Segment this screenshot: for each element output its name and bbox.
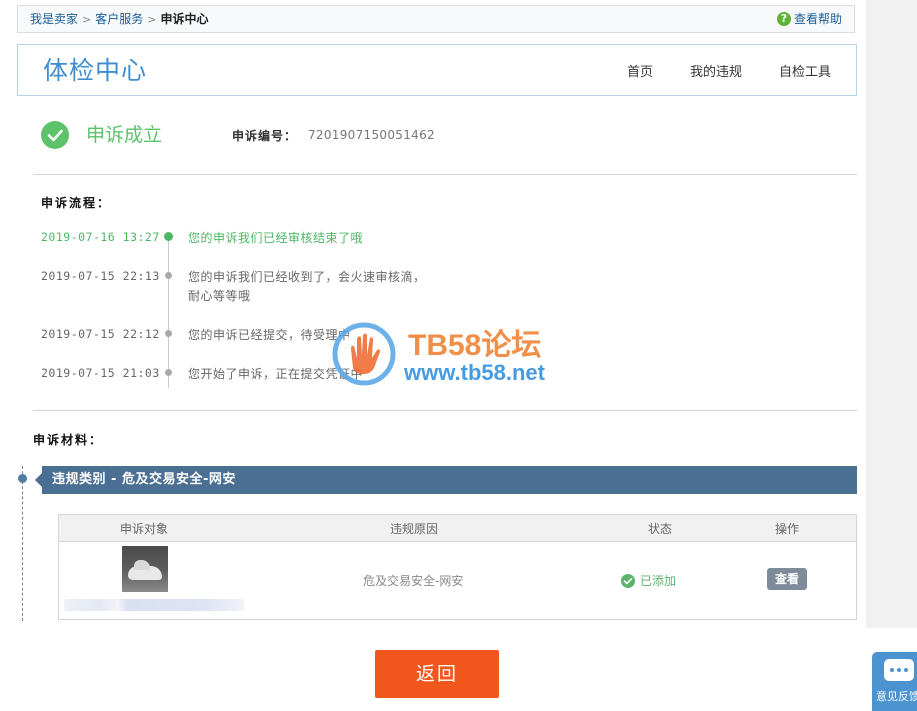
appeal-status: 申诉成立 — [86, 124, 163, 146]
chat-bubble-icon — [884, 659, 914, 681]
timeline-date: 2019-07-15 22:12 — [41, 327, 160, 341]
view-button[interactable]: 查看 — [767, 568, 807, 590]
blurred-item-title — [64, 599, 244, 611]
timeline-dot-active — [164, 232, 173, 241]
materials-title: 申诉材料： — [33, 433, 104, 447]
timeline-message: 您开始了申诉，正在提交凭证中 — [188, 367, 364, 381]
page-header: 体检中心 首页 我的违规 自检工具 — [17, 44, 857, 96]
timeline-line — [168, 236, 169, 388]
timeline-dot — [165, 272, 172, 279]
violation-reason: 危及交易安全-网安 — [363, 574, 464, 588]
timeline-date: 2019-07-15 21:03 — [41, 366, 160, 380]
materials-table: 申诉对象 违规原因 状态 操作 危及交易安全-网安 已添加 查看 — [58, 514, 857, 620]
case-number-value: 7201907150051462 — [308, 128, 435, 142]
breadcrumb-link-seller[interactable]: 我是卖家 — [30, 12, 78, 26]
success-check-icon — [41, 121, 69, 149]
col-header-status: 状态 — [648, 522, 673, 536]
breadcrumb-current: 申诉中心 — [160, 12, 209, 26]
case-number-label: 申诉编号： — [232, 129, 298, 143]
help-link[interactable]: ? 查看帮助 — [776, 6, 842, 32]
item-status-label: 已添加 — [640, 574, 677, 588]
timeline-date: 2019-07-16 13:27 — [41, 230, 160, 244]
back-button[interactable]: 返回 — [375, 650, 499, 698]
page-right-margin — [866, 0, 917, 628]
divider — [33, 174, 857, 175]
top-nav: 首页 我的违规 自检工具 — [590, 45, 831, 95]
breadcrumb-separator: > — [82, 13, 92, 26]
nav-home[interactable]: 首页 — [627, 61, 653, 80]
divider — [33, 410, 857, 411]
process-title: 申诉流程： — [41, 196, 112, 210]
feedback-widget[interactable]: 意见反馈 — [872, 652, 917, 711]
nav-my-violations[interactable]: 我的违规 — [690, 61, 742, 80]
timeline-dot — [165, 369, 172, 376]
timeline-message: 您的申诉我们已经审核结束了哦 — [188, 231, 364, 245]
timeline-message: 您的申诉已经提交，待受理中 — [188, 328, 351, 342]
col-header-reason: 违规原因 — [390, 522, 439, 536]
nav-self-check-tools[interactable]: 自检工具 — [779, 61, 831, 80]
breadcrumb: 我是卖家 > 客户服务 > 申诉中心 ? 查看帮助 — [17, 5, 855, 33]
help-label: 查看帮助 — [793, 12, 842, 26]
page-title: 体检中心 — [43, 56, 148, 85]
col-header-action: 操作 — [775, 522, 800, 536]
feedback-label: 意见反馈 — [876, 690, 917, 703]
violation-category-bar: 违规类别 - 危及交易安全-网安 — [35, 466, 857, 494]
added-check-icon — [621, 573, 635, 588]
timeline-date: 2019-07-15 22:13 — [41, 269, 160, 283]
item-thumbnail[interactable] — [122, 546, 168, 592]
table-header: 申诉对象 违规原因 状态 操作 — [59, 515, 856, 542]
breadcrumb-link-customer-service[interactable]: 客户服务 — [95, 12, 143, 26]
item-status: 已添加 — [621, 572, 676, 589]
timeline-dot — [165, 330, 172, 337]
thumbnail-shoe-top — [134, 560, 150, 570]
violation-category-label: 违规类别 - 危及交易安全-网安 — [52, 472, 236, 487]
materials-guide-dot — [18, 474, 27, 483]
materials-guide-line — [22, 466, 23, 621]
help-icon: ? — [776, 12, 791, 26]
category-arrow — [35, 473, 42, 487]
timeline-message: 您的申诉我们已经收到了，会火速审核滴，耐心等等哦 — [188, 270, 426, 303]
col-header-target: 申诉对象 — [120, 522, 169, 536]
breadcrumb-separator: > — [147, 13, 157, 26]
